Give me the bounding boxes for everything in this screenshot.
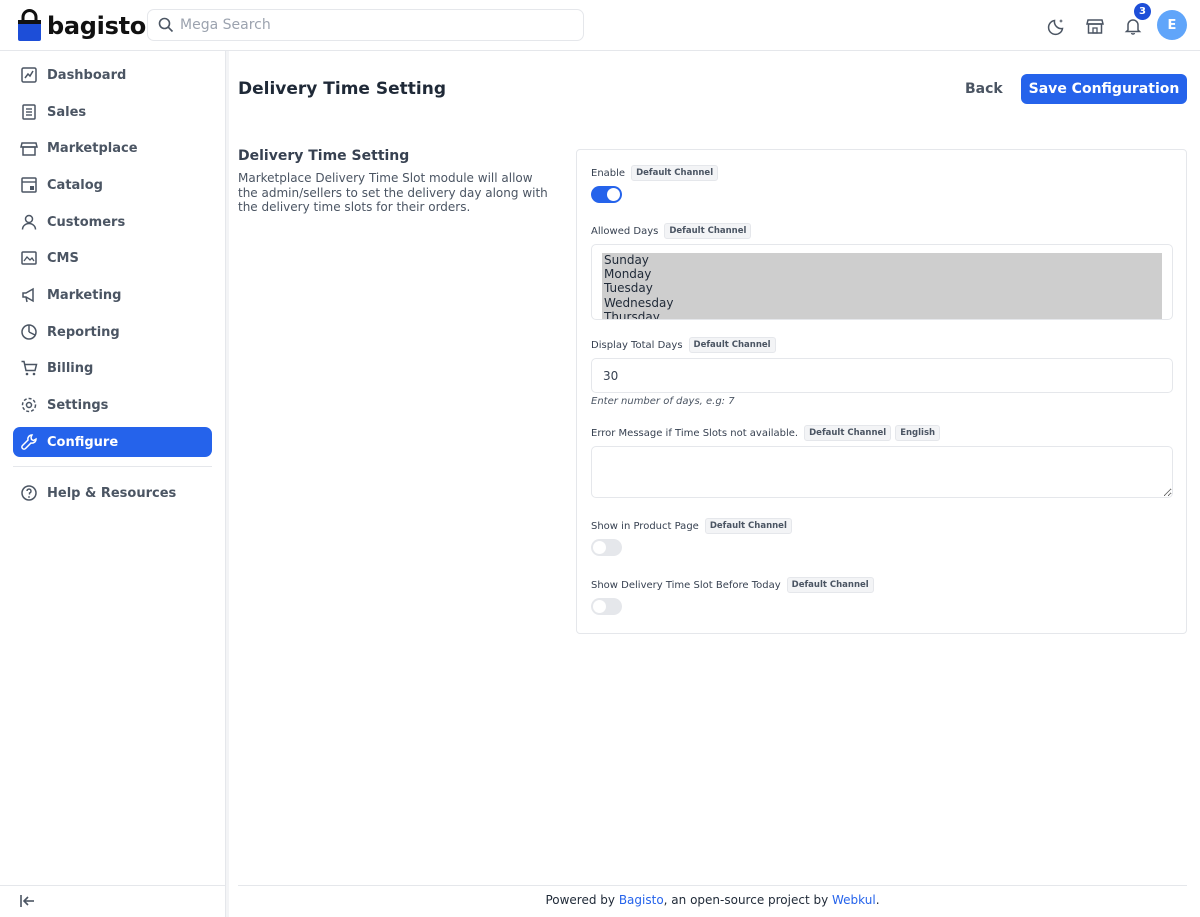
field-label-text: Enable [591, 167, 626, 179]
sidebar-item-label: Sales [47, 104, 87, 120]
channel-chip: Default Channel [664, 223, 752, 239]
user-avatar[interactable]: E [1157, 10, 1187, 40]
day-option-monday[interactable]: Monday [604, 267, 1162, 281]
section-title: Delivery Time Setting [238, 148, 410, 164]
footer-prefix: Powered by [545, 893, 619, 907]
dark-mode-icon[interactable] [1045, 14, 1069, 38]
gear-icon [19, 395, 39, 415]
field-label-text: Allowed Days [591, 225, 659, 237]
storefront-icon[interactable] [1083, 14, 1107, 38]
pie-chart-icon [19, 322, 39, 342]
sidebar-divider [13, 466, 212, 467]
toggle-knob [607, 188, 620, 201]
section-description: Marketplace Delivery Time Slot module wi… [238, 171, 548, 214]
multiselect-selected-area: Sunday Monday Tuesday Wednesday Thursday [602, 253, 1162, 319]
save-configuration-button[interactable]: Save Configuration [1021, 74, 1187, 104]
footer-suffix: . [875, 893, 880, 907]
sidebar-item-label: Catalog [47, 177, 103, 193]
logo[interactable]: bagisto [17, 9, 146, 42]
mega-search[interactable] [147, 9, 584, 41]
total-days-label: Display Total Days Default Channel [591, 337, 776, 353]
channel-chip: Default Channel [704, 518, 792, 534]
toggle-knob [593, 600, 606, 613]
bagisto-link[interactable]: Bagisto [619, 893, 664, 907]
allowed-days-label: Allowed Days Default Channel [591, 223, 752, 239]
field-label-text: Display Total Days [591, 339, 683, 351]
page-title: Delivery Time Setting [238, 79, 447, 99]
sidebar-item-cms[interactable]: CMS [13, 243, 212, 273]
enable-toggle[interactable] [591, 186, 622, 203]
error-message-textarea[interactable] [591, 446, 1173, 498]
logo-text: bagisto [47, 11, 146, 40]
sidebar-item-label: Help & Resources [47, 485, 177, 501]
sidebar-bottom-divider [0, 885, 226, 886]
webkul-link[interactable]: Webkul [832, 893, 876, 907]
day-option-tuesday[interactable]: Tuesday [604, 281, 1162, 295]
sales-icon [19, 102, 39, 122]
field-label-text: Error Message if Time Slots not availabl… [591, 427, 799, 439]
error-message-label: Error Message if Time Slots not availabl… [591, 425, 941, 441]
toggle-knob [593, 541, 606, 554]
sidebar-item-label: Reporting [47, 324, 120, 340]
channel-chip: Default Channel [786, 577, 874, 593]
sidebar-item-label: Marketing [47, 287, 122, 303]
settings-card: Enable Default Channel Allowed Days Defa… [576, 149, 1187, 634]
sidebar-item-label: Customers [47, 214, 126, 230]
sidebar-item-catalog[interactable]: Catalog [13, 170, 212, 200]
sidebar-item-dashboard[interactable]: Dashboard [13, 60, 212, 90]
day-option-thursday[interactable]: Thursday [604, 310, 1162, 319]
sidebar-item-help[interactable]: Help & Resources [13, 478, 212, 508]
field-label-text: Show Delivery Time Slot Before Today [591, 579, 781, 591]
notification-count-badge: 3 [1134, 3, 1151, 20]
total-days-hint: Enter number of days, e.g: 7 [591, 396, 735, 407]
sidebar-item-settings[interactable]: Settings [13, 390, 212, 420]
help-circle-icon [19, 483, 39, 503]
wrench-icon [19, 432, 39, 452]
store-icon [19, 138, 39, 158]
channel-chip: Default Channel [688, 337, 776, 353]
sidebar-item-configure[interactable]: Configure [13, 427, 212, 457]
sidebar-item-label: Marketplace [47, 140, 138, 156]
sidebar-item-reporting[interactable]: Reporting [13, 317, 212, 347]
sidebar-item-label: CMS [47, 250, 79, 266]
user-icon [19, 212, 39, 232]
day-option-sunday[interactable]: Sunday [604, 253, 1162, 267]
day-option-wednesday[interactable]: Wednesday [604, 296, 1162, 310]
back-button[interactable]: Back [955, 74, 1013, 104]
dashboard-icon [19, 65, 39, 85]
search-icon [158, 17, 174, 33]
sidebar-item-label: Dashboard [47, 67, 127, 83]
show-product-page-label: Show in Product Page Default Channel [591, 518, 792, 534]
footer-middle: , an open-source project by [663, 893, 833, 907]
field-label-text: Show in Product Page [591, 520, 699, 532]
cart-icon [19, 358, 39, 378]
shopping-bag-logo-icon [17, 9, 42, 42]
locale-chip: English [895, 425, 941, 441]
total-days-input[interactable] [591, 358, 1173, 393]
show-before-today-toggle[interactable] [591, 598, 622, 615]
sidebar-item-marketing[interactable]: Marketing [13, 280, 212, 310]
top-header: bagisto 3 E [0, 0, 1200, 51]
show-before-today-label: Show Delivery Time Slot Before Today Def… [591, 577, 874, 593]
sidebar-item-sales[interactable]: Sales [13, 97, 212, 127]
sidebar-item-customers[interactable]: Customers [13, 207, 212, 237]
megaphone-icon [19, 285, 39, 305]
sidebar: Dashboard Sales Marketplace Catalog Cust… [0, 51, 229, 917]
collapse-sidebar-icon[interactable] [18, 892, 36, 914]
enable-field-label: Enable Default Channel [591, 165, 719, 181]
channel-chip: Default Channel [804, 425, 892, 441]
footer-divider [238, 885, 1187, 886]
search-input[interactable] [180, 17, 560, 33]
channel-chip: Default Channel [631, 165, 719, 181]
sidebar-item-label: Billing [47, 360, 94, 376]
sidebar-item-label: Settings [47, 397, 109, 413]
cms-icon [19, 248, 39, 268]
footer: Powered by Bagisto, an open-source proje… [238, 893, 1187, 907]
sidebar-item-marketplace[interactable]: Marketplace [13, 133, 212, 163]
allowed-days-multiselect[interactable]: Sunday Monday Tuesday Wednesday Thursday [591, 244, 1173, 320]
catalog-icon [19, 175, 39, 195]
sidebar-item-billing[interactable]: Billing [13, 353, 212, 383]
show-product-page-toggle[interactable] [591, 539, 622, 556]
sidebar-item-label: Configure [47, 434, 119, 450]
